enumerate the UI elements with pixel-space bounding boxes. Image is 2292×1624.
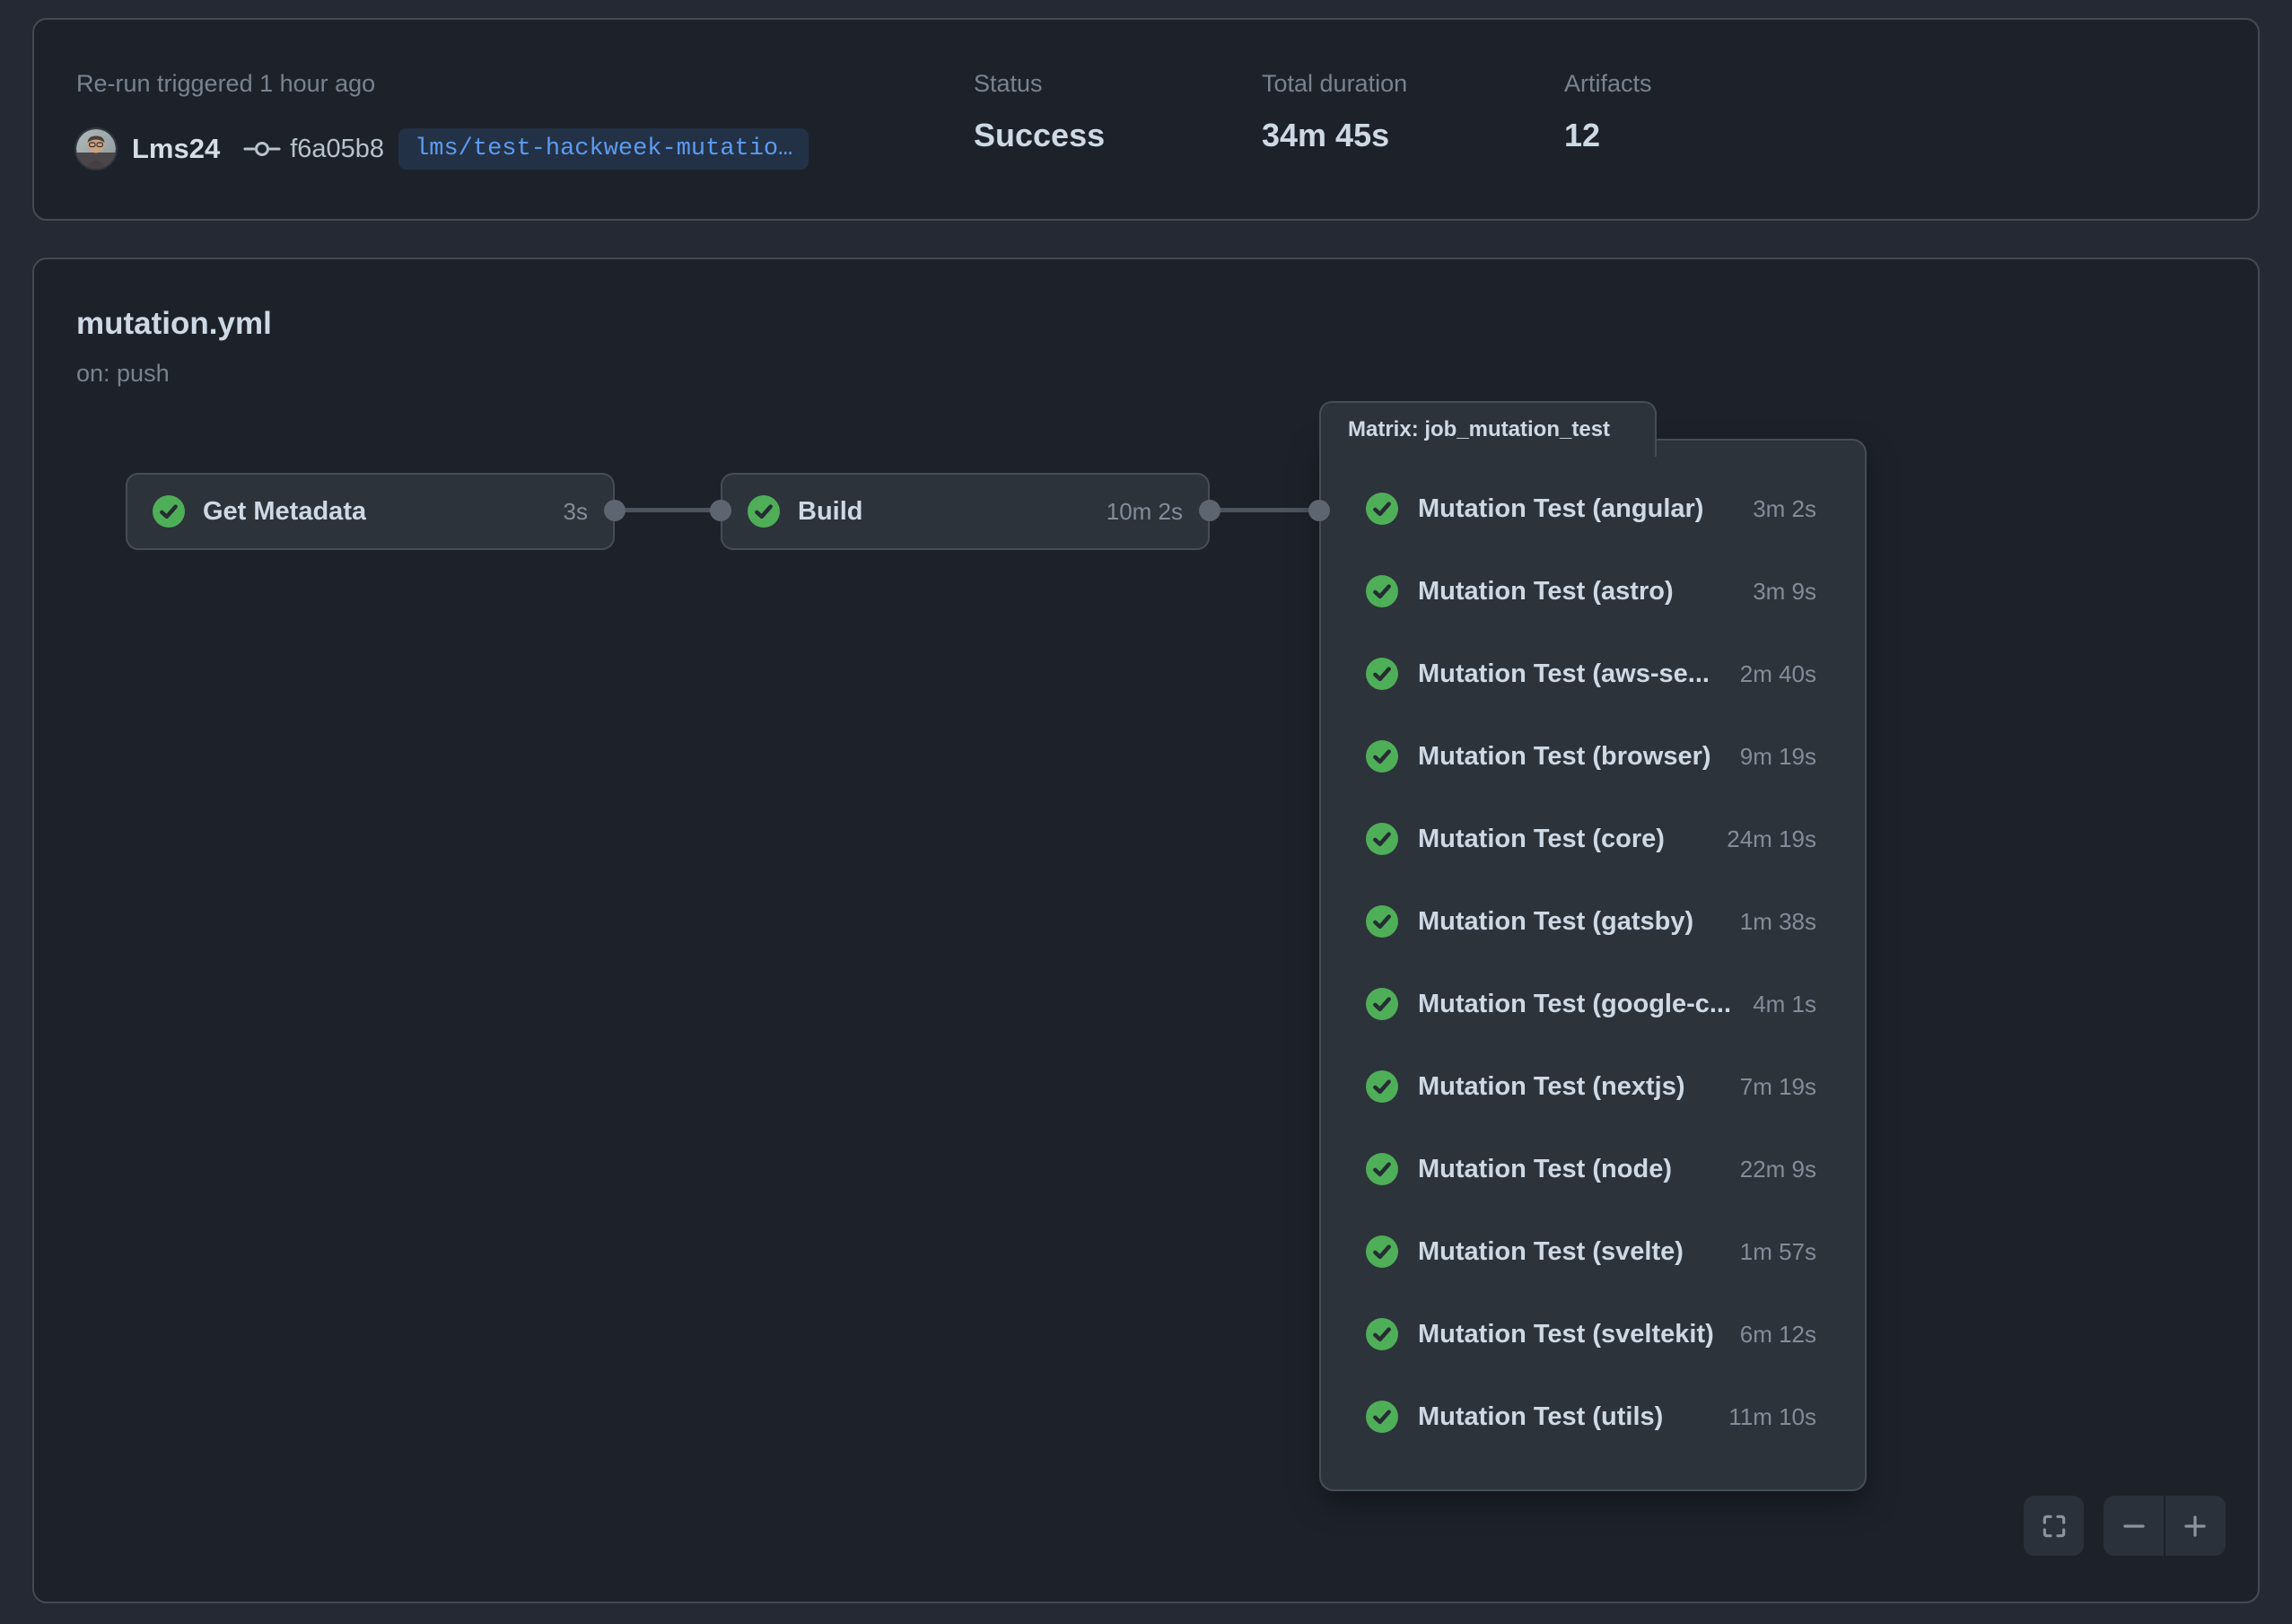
fullscreen-icon <box>2040 1512 2069 1541</box>
job-node-get-metadata[interactable]: Get Metadata 3s <box>126 473 615 550</box>
commit-icon <box>243 140 281 158</box>
edge-dot <box>604 500 625 521</box>
avatar-image <box>76 129 116 169</box>
job-name: Mutation Test (browser) <box>1418 742 1711 772</box>
zoom-out-button[interactable] <box>2104 1496 2164 1556</box>
zoom-in-button[interactable] <box>2165 1496 2226 1556</box>
edge-build-to-matrix <box>1210 508 1319 512</box>
success-check-icon <box>1366 658 1398 690</box>
job-name: Mutation Test (aws-se... <box>1418 659 1710 689</box>
matrix-group-title: Matrix: job_mutation_test <box>1348 417 1610 442</box>
success-check-icon <box>1366 1401 1398 1433</box>
matrix-group-tab: Matrix: job_mutation_test <box>1319 401 1657 457</box>
job-node-build[interactable]: Build 10m 2s <box>721 473 1210 550</box>
matrix-job-row[interactable]: Mutation Test (angular) 3m 2s <box>1366 467 1816 550</box>
job-name: Mutation Test (nextjs) <box>1418 1072 1685 1102</box>
minus-icon <box>2121 1513 2148 1540</box>
success-check-icon <box>1366 1153 1398 1185</box>
job-duration: 7m 19s <box>1724 1073 1816 1101</box>
matrix-job-row[interactable]: Mutation Test (svelte) 1m 57s <box>1366 1210 1816 1293</box>
job-name: Mutation Test (gatsby) <box>1418 907 1693 937</box>
job-duration: 1m 57s <box>1724 1238 1816 1266</box>
success-check-icon <box>1366 823 1398 855</box>
actor-login[interactable]: Lms24 <box>132 133 220 165</box>
job-duration: 3m 2s <box>1736 495 1816 523</box>
commit-info-row: Lms24 f6a05b8 lms/test-hackweek-mutatio… <box>76 124 809 174</box>
job-name: Build <box>798 497 863 527</box>
edge-metadata-to-build <box>615 508 721 512</box>
success-check-icon <box>1366 1318 1398 1350</box>
job-duration: 10m 2s <box>1107 498 1183 526</box>
success-check-icon <box>1366 493 1398 525</box>
success-check-icon <box>1366 988 1398 1020</box>
job-duration: 3s <box>564 498 588 526</box>
success-check-icon <box>1366 1235 1398 1268</box>
matrix-job-row[interactable]: Mutation Test (google-c... 4m 1s <box>1366 963 1816 1045</box>
job-name: Mutation Test (angular) <box>1418 494 1703 524</box>
job-name: Mutation Test (sveltekit) <box>1418 1320 1714 1349</box>
matrix-job-row[interactable]: Mutation Test (nextjs) 7m 19s <box>1366 1045 1816 1128</box>
success-check-icon <box>1366 905 1398 938</box>
zoom-control <box>2104 1496 2226 1556</box>
run-summary-card: Re-run triggered 1 hour ago <box>32 18 2260 221</box>
success-check-icon <box>1366 575 1398 607</box>
job-duration: 9m 19s <box>1724 743 1816 771</box>
matrix-job-row[interactable]: Mutation Test (astro) 3m 9s <box>1366 550 1816 633</box>
commit-sha[interactable]: f6a05b8 <box>290 135 384 164</box>
job-duration: 2m 40s <box>1724 660 1816 688</box>
job-name: Mutation Test (google-c... <box>1418 990 1731 1019</box>
job-name: Mutation Test (node) <box>1418 1155 1672 1184</box>
stat-duration-label: Total duration <box>1262 70 1407 98</box>
job-duration: 4m 1s <box>1736 991 1816 1018</box>
rerun-trigger-text: Re-run triggered 1 hour ago <box>76 70 375 98</box>
stat-artifacts-label: Artifacts <box>1564 70 1652 98</box>
job-duration: 6m 12s <box>1724 1321 1816 1349</box>
matrix-job-row[interactable]: Mutation Test (utils) 11m 10s <box>1366 1375 1816 1458</box>
matrix-group-panel: Mutation Test (angular) 3m 2s Mutation T… <box>1319 439 1867 1491</box>
job-name: Mutation Test (astro) <box>1418 577 1674 607</box>
matrix-job-row[interactable]: Mutation Test (browser) 9m 19s <box>1366 715 1816 798</box>
matrix-job-row[interactable]: Mutation Test (gatsby) 1m 38s <box>1366 880 1816 963</box>
job-duration: 11m 10s <box>1712 1403 1816 1431</box>
stat-artifacts-value: 12 <box>1564 117 1600 154</box>
job-duration: 1m 38s <box>1724 908 1816 936</box>
job-name: Mutation Test (core) <box>1418 825 1665 854</box>
matrix-job-row[interactable]: Mutation Test (core) 24m 19s <box>1366 798 1816 880</box>
edge-dot <box>1308 500 1330 521</box>
matrix-job-row[interactable]: Mutation Test (sveltekit) 6m 12s <box>1366 1293 1816 1375</box>
fullscreen-button[interactable] <box>2024 1496 2084 1556</box>
stat-status-value: Success <box>974 117 1105 154</box>
job-name: Mutation Test (utils) <box>1418 1402 1663 1432</box>
job-name: Mutation Test (svelte) <box>1418 1237 1684 1267</box>
branch-label[interactable]: lms/test-hackweek-mutatio… <box>398 128 809 170</box>
job-duration: 22m 9s <box>1724 1156 1816 1183</box>
stat-status-label: Status <box>974 70 1043 98</box>
workflow-trigger: on: push <box>76 360 170 388</box>
matrix-job-row[interactable]: Mutation Test (node) 22m 9s <box>1366 1128 1816 1210</box>
job-name: Get Metadata <box>203 497 366 527</box>
workflow-file-name: mutation.yml <box>76 306 272 342</box>
plus-icon <box>2182 1513 2209 1540</box>
edge-dot <box>1199 500 1220 521</box>
stat-duration-value: 34m 45s <box>1262 117 1389 154</box>
job-duration: 24m 19s <box>1710 825 1816 853</box>
edge-dot <box>710 500 731 521</box>
job-duration: 3m 9s <box>1736 578 1816 606</box>
success-check-icon <box>153 495 185 528</box>
success-check-icon <box>748 495 780 528</box>
success-check-icon <box>1366 740 1398 773</box>
workflow-graph-card: mutation.yml on: push Get Metadata 3s Bu… <box>32 258 2260 1603</box>
matrix-job-row[interactable]: Mutation Test (aws-se... 2m 40s <box>1366 633 1816 715</box>
avatar[interactable] <box>76 129 116 169</box>
success-check-icon <box>1366 1070 1398 1103</box>
